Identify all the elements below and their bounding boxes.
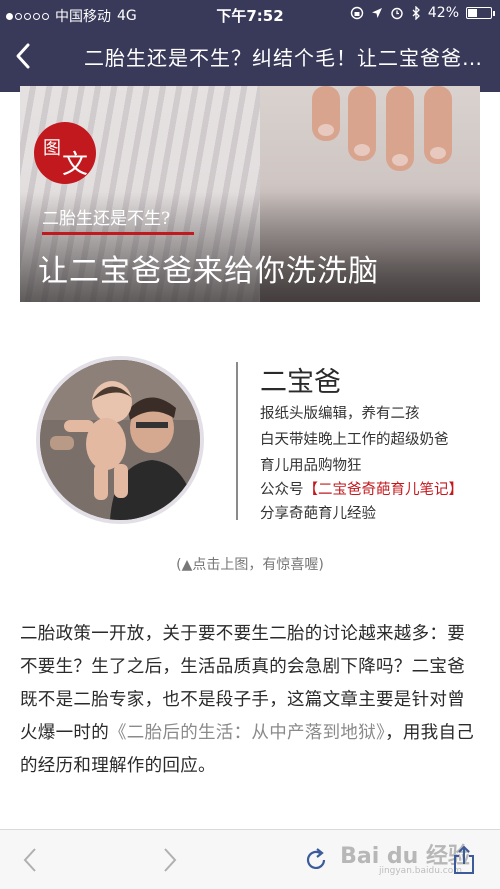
battery-percent: 42% — [427, 5, 459, 21]
browser-toolbar: Bai du 经验 jingyan.baidu.com — [0, 829, 500, 889]
browser-back-button[interactable] — [12, 842, 48, 878]
author-bio-line-4: 公众号【二宝爸奇葩育儿笔记】 — [260, 482, 464, 498]
lock-rotation-icon — [350, 6, 364, 20]
share-icon — [454, 845, 474, 874]
alarm-icon — [391, 7, 403, 20]
status-bar: 中国移动 4G 下午7:52 42% — [0, 0, 500, 28]
article-banner[interactable]: 图 文 二胎生还是不生? 让二宝爸爸来给你洗洗脑 — [20, 86, 480, 302]
author-name: 二宝爸 — [260, 367, 341, 398]
image-caption: (▲点击上图，有惊喜喔) — [176, 557, 324, 573]
author-bio-line-2: 白天带娃晚上工作的超级奶爸 — [260, 432, 449, 448]
page-title: 二胎生还是不生？纠结个毛！让二宝爸爸来给你洗洗脑 — [84, 46, 486, 70]
arrow-left-icon — [23, 848, 36, 872]
banner-subtitle: 二胎生还是不生? — [42, 209, 171, 229]
battery-icon — [466, 7, 495, 19]
article-reference-link[interactable]: 《二胎后的生活：从中产落到地狱》 — [109, 723, 385, 743]
author-bio-line-3: 育儿用品购物狂 — [260, 458, 362, 474]
author-bio-line-5: 分享奇葩育儿经验 — [260, 506, 376, 522]
nav-bar: 二胎生还是不生？纠结个毛！让二宝爸爸来给你洗洗脑 — [0, 28, 500, 86]
browser-forward-button[interactable] — [152, 842, 188, 878]
share-button[interactable] — [446, 842, 482, 878]
refresh-button[interactable] — [298, 842, 334, 878]
avatar-photo — [40, 360, 200, 520]
banner-title: 让二宝爸爸来给你洗洗脑 — [38, 254, 379, 289]
back-button[interactable] — [8, 38, 38, 74]
author-bio-line-1: 报纸头版编辑，养有二孩 — [260, 406, 420, 422]
chevron-left-icon — [16, 43, 30, 69]
arrow-right-icon — [164, 848, 177, 872]
banner-underline — [42, 232, 194, 235]
bluetooth-icon — [412, 6, 420, 20]
graphic-article-badge: 图 文 — [34, 122, 96, 184]
refresh-icon — [306, 848, 326, 869]
author-avatar[interactable] — [36, 356, 204, 524]
article-body: 二胎政策一开放，关于要不要生二胎的讨论越来越多：要不要生？生了之后，生活品质真的… — [20, 624, 475, 776]
profile-divider — [236, 362, 238, 520]
location-icon — [371, 8, 382, 18]
wechat-account-name: 【二宝爸奇葩育儿笔记】 — [303, 482, 464, 498]
